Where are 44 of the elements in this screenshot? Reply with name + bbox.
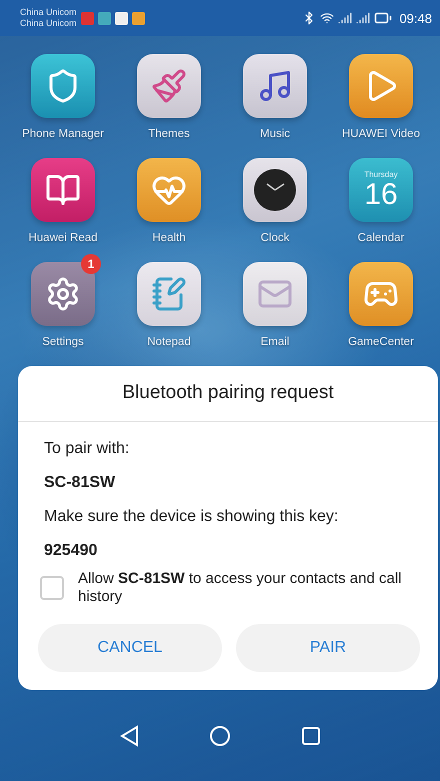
music-icon	[257, 68, 293, 104]
recents-icon[interactable]	[301, 726, 321, 746]
settings-icon	[45, 276, 81, 312]
app-icon[interactable]	[243, 158, 307, 222]
app-label: Settings	[42, 336, 84, 348]
dialog-text: Make sure the device is showing this key:	[44, 508, 340, 526]
checkbox-label: Allow SC-81SW to access your contacts and call history	[78, 570, 402, 606]
signal-icon	[338, 11, 352, 25]
app-label: Calendar	[358, 232, 404, 244]
clock-icon	[253, 168, 297, 212]
dialog-text: 925490	[44, 542, 98, 560]
app-label: Music	[260, 128, 290, 140]
carrier-name: China Unicom	[20, 7, 77, 18]
checkbox[interactable]	[40, 576, 64, 600]
clock-time: 09:48	[399, 10, 432, 26]
app-label: GameCenter	[348, 336, 414, 348]
app-label: Clock	[260, 232, 290, 244]
back-icon[interactable]	[119, 724, 139, 746]
app-label: HUAWEI Video	[342, 128, 420, 140]
app-label: Themes	[148, 128, 190, 140]
dialog-title: Bluetooth pairing request	[18, 366, 438, 422]
date-text: 16	[364, 178, 398, 210]
brush-icon	[151, 68, 187, 104]
app-label: Phone Manager	[22, 128, 104, 140]
app-icon[interactable]	[349, 54, 413, 118]
notepad-icon	[151, 276, 187, 312]
app-label: Notepad	[147, 336, 191, 348]
app-label: Huawei Read	[28, 232, 98, 244]
app-icon[interactable]	[31, 54, 95, 118]
app-icon[interactable]: Thursday 16	[349, 158, 413, 222]
app-icon[interactable]	[31, 158, 95, 222]
dialog-button[interactable]: CANCEL	[38, 624, 222, 672]
notification-badge: 1	[81, 254, 101, 274]
app-label: Health	[152, 232, 186, 244]
home-icon[interactable]	[209, 724, 231, 746]
carrier-name: China Unicom	[20, 18, 77, 29]
dialog-button[interactable]: PAIR	[236, 624, 420, 672]
wifi-icon	[320, 11, 334, 25]
dialog-text: To pair with:	[44, 440, 130, 458]
dialog-text: SC-81SW	[44, 474, 116, 492]
signal-icon	[356, 11, 370, 25]
app-icon[interactable]	[349, 262, 413, 326]
weekday-text: Thursday	[364, 170, 398, 178]
app-label: Email	[260, 336, 290, 348]
